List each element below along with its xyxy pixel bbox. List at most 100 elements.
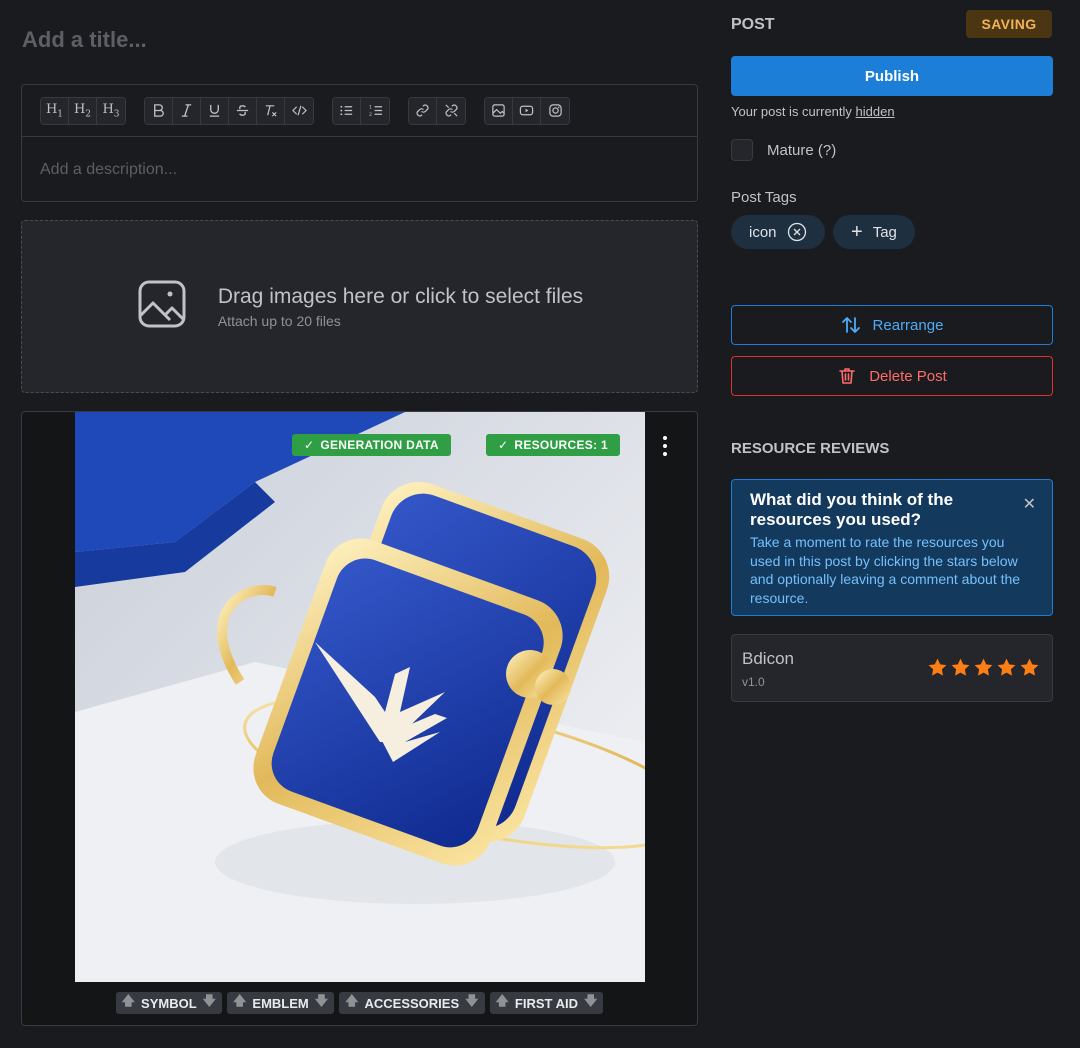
photo-icon: [136, 278, 188, 335]
instagram-icon: [548, 104, 562, 117]
italic-icon: [181, 104, 192, 117]
insert-instagram-button[interactable]: [541, 97, 569, 124]
mature-checkbox[interactable]: [731, 139, 753, 161]
visibility-text: Your post is currently: [731, 104, 852, 119]
more-options-icon[interactable]: [658, 434, 672, 458]
rearrange-label: Rearrange: [872, 316, 944, 334]
add-tag-button[interactable]: + Tag: [833, 215, 915, 249]
insert-video-button[interactable]: [513, 97, 541, 124]
title-input[interactable]: [22, 22, 698, 58]
strikethrough-button[interactable]: [229, 97, 257, 124]
star-icon[interactable]: [950, 657, 971, 678]
underline-button[interactable]: [201, 97, 229, 124]
tag-pill-label: icon: [749, 223, 777, 241]
clear-format-icon: [265, 105, 277, 117]
upvote-icon[interactable]: 🡅: [496, 992, 509, 1014]
rich-text-editor: H1 H2 H3 12 Add a description...: [21, 84, 698, 202]
code-button[interactable]: [285, 97, 313, 124]
bullet-list-icon: [340, 105, 353, 116]
format-group: [144, 96, 314, 125]
insert-image-button[interactable]: [485, 97, 513, 124]
image-dropzone[interactable]: Drag images here or click to select file…: [21, 220, 698, 393]
check-icon: ✓: [304, 438, 315, 452]
unlink-icon: [444, 104, 458, 117]
ordered-list-icon: 12: [368, 105, 382, 118]
remove-tag-icon[interactable]: [787, 222, 807, 242]
downvote-icon[interactable]: 🡇: [465, 992, 478, 1014]
bold-button[interactable]: [145, 97, 173, 124]
image-tag: 🡅 ACCESSORIES 🡇: [339, 992, 485, 1014]
image-tags: 🡅 SYMBOL 🡇 🡅 EMBLEM 🡇 🡅 ACCESSORIES 🡇 🡅 …: [22, 992, 697, 1014]
upvote-icon[interactable]: 🡅: [233, 992, 246, 1014]
underline-icon: [209, 104, 220, 117]
dropzone-main-text: Drag images here or click to select file…: [217, 284, 584, 308]
dropzone-text: Drag images here or click to select file…: [218, 285, 583, 329]
alert-title: What did you think of the resources you …: [750, 490, 954, 529]
link-icon: [416, 104, 429, 117]
resource-review-card: Bdicon v1.0: [731, 634, 1053, 702]
dropzone-sub-text: Attach up to 20 files: [217, 312, 341, 329]
image-tag: 🡅 EMBLEM 🡇: [227, 992, 335, 1014]
youtube-icon: [519, 105, 534, 116]
resources-label: RESOURCES: 1: [514, 438, 608, 452]
star-icon[interactable]: [973, 657, 994, 678]
heading-2-button[interactable]: H2: [69, 97, 97, 124]
strikethrough-icon: [236, 105, 249, 116]
resources-badge[interactable]: ✓ RESOURCES: 1: [486, 434, 620, 456]
plus-icon: +: [851, 221, 863, 243]
svg-text:2: 2: [368, 112, 371, 118]
image-tag-label[interactable]: EMBLEM: [252, 996, 308, 1011]
downvote-icon[interactable]: 🡇: [584, 992, 597, 1014]
link-group: [408, 96, 466, 125]
tag-pill[interactable]: icon: [731, 215, 825, 249]
image-tag: 🡅 FIRST AID 🡇: [489, 992, 604, 1014]
star-icon[interactable]: [927, 657, 948, 678]
editor-toolbar: H1 H2 H3 12: [22, 85, 697, 137]
image-icon: [492, 104, 505, 117]
bullet-list-button[interactable]: [333, 97, 361, 124]
post-heading: POST: [731, 16, 775, 33]
description-input[interactable]: Add a description...: [22, 137, 697, 203]
visibility-link[interactable]: hidden: [856, 104, 895, 119]
close-icon[interactable]: ✕: [1023, 494, 1036, 514]
uploaded-image[interactable]: [75, 412, 645, 982]
upvote-icon[interactable]: 🡅: [345, 992, 358, 1014]
generation-data-label: GENERATION DATA: [320, 438, 439, 452]
rearrange-button[interactable]: Rearrange: [731, 305, 1053, 345]
visibility-status: Your post is currently hidden: [731, 104, 895, 119]
italic-button[interactable]: [173, 97, 201, 124]
trash-icon: [839, 368, 856, 384]
emblem-artwork: [75, 412, 645, 982]
delete-post-button[interactable]: Delete Post: [731, 356, 1053, 396]
heading-group: H1 H2 H3: [40, 96, 126, 125]
alert-body: Take a moment to rate the resources you …: [750, 534, 1021, 606]
star-icon[interactable]: [996, 657, 1017, 678]
list-group: 12: [332, 96, 390, 125]
ordered-list-button[interactable]: 12: [361, 97, 389, 124]
saving-status-badge: SAVING: [966, 10, 1052, 38]
heading-1-button[interactable]: H1: [41, 97, 69, 124]
image-tag-label[interactable]: SYMBOL: [141, 996, 197, 1011]
review-prompt-alert: What did you think of the resources you …: [731, 479, 1053, 616]
media-group: [484, 96, 570, 125]
link-button[interactable]: [409, 97, 437, 124]
generation-data-badge[interactable]: ✓ GENERATION DATA: [292, 434, 451, 456]
clear-format-button[interactable]: [257, 97, 285, 124]
check-icon: ✓: [498, 438, 509, 452]
downvote-icon[interactable]: 🡇: [315, 992, 328, 1014]
add-tag-label: Tag: [872, 223, 897, 241]
publish-button[interactable]: Publish: [731, 56, 1053, 96]
arrows-sort-icon: [841, 317, 860, 333]
image-tag-label[interactable]: ACCESSORIES: [365, 996, 460, 1011]
star-icon[interactable]: [1019, 657, 1040, 678]
star-rating: [927, 657, 1040, 678]
svg-text:1: 1: [368, 105, 371, 111]
mature-label[interactable]: Mature (?): [767, 142, 836, 159]
image-tag-label[interactable]: FIRST AID: [515, 996, 578, 1011]
downvote-icon[interactable]: 🡇: [203, 992, 216, 1014]
upvote-icon[interactable]: 🡅: [122, 992, 135, 1014]
unlink-button[interactable]: [437, 97, 465, 124]
post-tags-heading: Post Tags: [731, 189, 797, 206]
delete-post-label: Delete Post: [869, 367, 947, 385]
heading-3-button[interactable]: H3: [97, 97, 125, 124]
